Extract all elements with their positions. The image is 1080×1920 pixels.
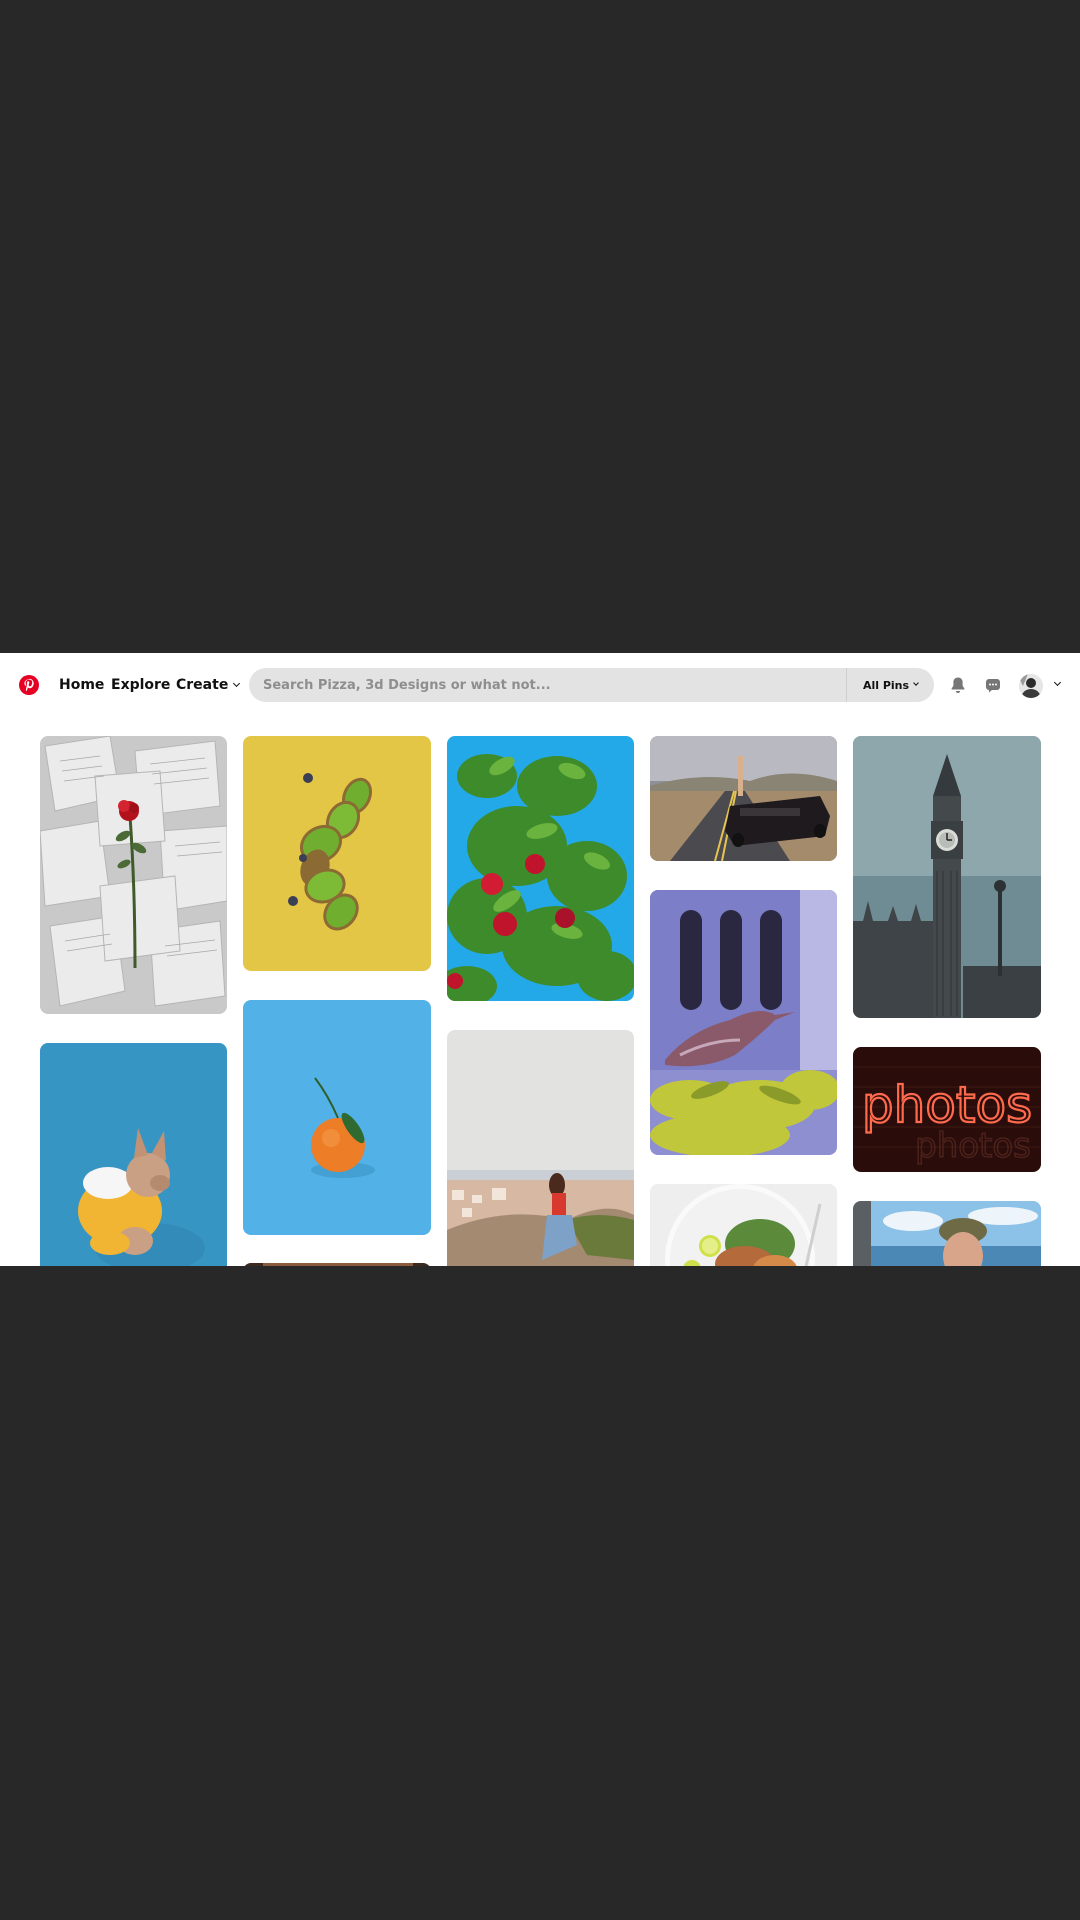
message-icon[interactable] (985, 677, 1001, 693)
pin-card[interactable] (853, 736, 1041, 1018)
pin-image-big-ben (853, 736, 1041, 1018)
pin-image-partial (243, 1263, 431, 1266)
pin-image-rose (40, 736, 227, 1014)
avatar[interactable] (1019, 674, 1043, 698)
pin-card[interactable] (243, 736, 431, 971)
search-filter-label: All Pins (862, 678, 910, 692)
pin-card[interactable]: photos photos (853, 1047, 1041, 1172)
pin-image-apple-tree (447, 736, 634, 1001)
pin-image-kiwi (243, 736, 431, 971)
pin-image-salad (650, 1184, 837, 1266)
svg-text:photos: photos (915, 1126, 1031, 1166)
chevron-down-icon (913, 680, 919, 686)
pin-card[interactable] (243, 1000, 431, 1235)
nav-home-link[interactable]: Home (59, 677, 104, 693)
pin-image-neon-photos: photos photos (853, 1047, 1041, 1172)
pin-image-woman-on-rock (447, 1030, 634, 1266)
create-label: Create (176, 677, 229, 693)
pin-card[interactable] (447, 1030, 634, 1266)
pin-card[interactable] (650, 1184, 837, 1266)
pin-card[interactable] (40, 736, 227, 1014)
search-bar: All Pins (249, 668, 934, 702)
chevron-down-icon (233, 679, 241, 688)
search-input[interactable] (263, 668, 823, 702)
pin-card[interactable] (853, 1201, 1041, 1266)
pin-image-tangerine (243, 1000, 431, 1235)
pin-image-heron (650, 890, 837, 1155)
bell-icon[interactable] (950, 676, 966, 694)
account-menu-chevron-down-icon[interactable] (1053, 678, 1062, 687)
pin-card[interactable] (40, 1043, 227, 1266)
nav-explore-link[interactable]: Explore (111, 677, 170, 693)
nav-create-menu[interactable]: Create (176, 677, 241, 693)
pinterest-logo-icon[interactable] (19, 675, 39, 695)
pin-card[interactable] (243, 1263, 431, 1266)
pinterest-window: Home Explore Create All Pins (0, 653, 1080, 1266)
pin-image-car-desert (650, 736, 837, 861)
pin-card[interactable] (650, 890, 837, 1155)
search-filter-dropdown[interactable]: All Pins (846, 668, 934, 702)
pin-image-man-in-cap (853, 1201, 1041, 1266)
pin-card[interactable] (650, 736, 837, 861)
pin-card[interactable] (447, 736, 634, 1001)
pin-image-bulldog (40, 1043, 227, 1266)
top-navigation-bar: Home Explore Create All Pins (0, 653, 1080, 717)
